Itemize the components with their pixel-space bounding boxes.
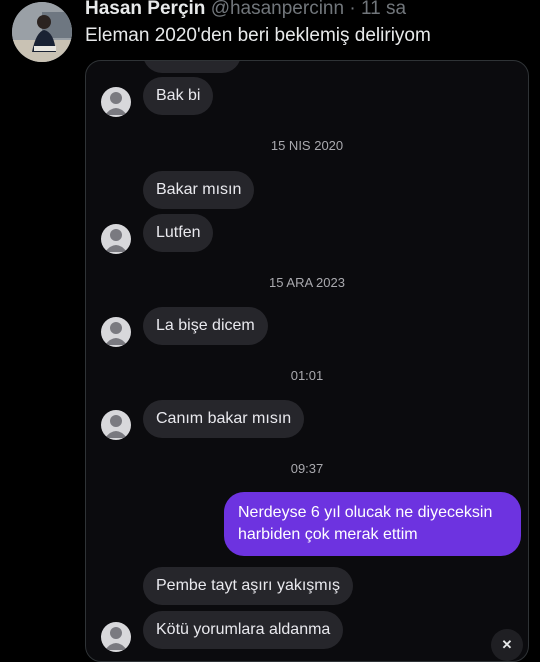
author-handle[interactable]: @hasanpercinn: [211, 0, 344, 19]
message-text: Kötü yorumlara aldanma: [156, 621, 331, 638]
message-bubble-partial: [143, 61, 241, 73]
timestamp: 15 NIS 2020: [270, 138, 344, 153]
timestamp: 01:01: [290, 368, 324, 383]
message-bubble: Bak bi: [143, 77, 214, 115]
tweet-header: Hasan Perçin @hasanpercinn · 11 sa: [85, 0, 406, 20]
close-icon[interactable]: ✕: [491, 629, 523, 661]
message-text: Pembe tayt aşırı yakışmış: [156, 577, 341, 594]
separator-dot: ·: [349, 0, 356, 19]
timestamp: 09:37: [290, 461, 324, 476]
default-avatar-icon: [101, 317, 131, 347]
user-avatar-icon[interactable]: [12, 2, 72, 62]
message-bubble: Lutfen: [143, 214, 214, 252]
sent-message-bubble: Nerdeyse 6 yıl olucak ne diyeceksin harb…: [224, 492, 521, 556]
message-text: Nerdeyse 6 yıl olucak ne diyeceksin harb…: [238, 504, 493, 543]
default-avatar-icon: [101, 410, 131, 440]
default-avatar-icon: [101, 87, 131, 117]
tweet-text: Eleman 2020'den beri beklemiş deliriyom: [85, 25, 431, 46]
message-bubble: Canım bakar mısın: [143, 400, 305, 438]
timestamp: 15 ARA 2023: [269, 275, 345, 290]
message-text: Bak bi: [156, 87, 201, 104]
message-bubble: Pembe tayt aşırı yakışmış: [143, 567, 354, 605]
message-text: Lutfen: [156, 224, 201, 241]
tweet-media-screenshot[interactable]: Bak bi 15 NIS 2020 Bakar mısın Lutfen 15…: [85, 60, 529, 662]
author-name[interactable]: Hasan Perçin: [85, 0, 205, 19]
message-bubble: La bişe dicem: [143, 307, 268, 345]
default-avatar-icon: [101, 622, 131, 652]
message-text: La bişe dicem: [156, 317, 255, 334]
message-bubble: Bakar mısın: [143, 171, 255, 209]
message-text: Bakar mısın: [156, 181, 242, 198]
message-bubble: Kötü yorumlara aldanma: [143, 611, 344, 649]
tweet-time[interactable]: 11 sa: [361, 0, 406, 19]
default-avatar-icon: [101, 224, 131, 254]
message-text: Canım bakar mısın: [156, 410, 292, 427]
